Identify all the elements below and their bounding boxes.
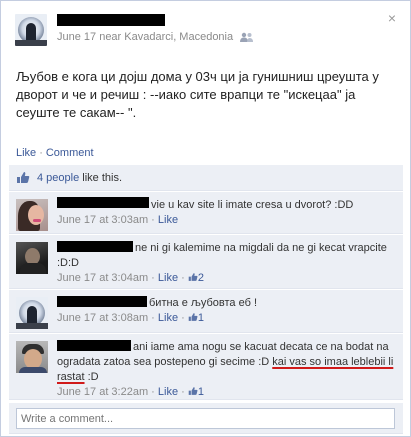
comment-time[interactable]: June 17 at 3:04am (57, 272, 148, 284)
status-text: Љубов е кога ци дојш дома у 03ч ци ја гу… (16, 69, 379, 120)
likes-text: 4 people like this. (37, 172, 122, 184)
comment-text: ne ni gi kalemime na migdali da ne gi ke… (57, 242, 387, 269)
thumbs-up-icon (188, 386, 198, 401)
comment-composer (9, 403, 403, 434)
comment-body: vie u kav site li imate cresa u dvorot? … (57, 198, 397, 228)
comment-item: битна е љубовта еб ! June 17 at 3:08am ·… (9, 290, 403, 333)
comment-likes-count[interactable]: 1 (198, 386, 204, 398)
facebook-post-card: × June 17 near Kavadarci, Macedonia Љубо… (0, 0, 411, 437)
comment-like-link[interactable]: Like (158, 312, 178, 324)
close-icon[interactable]: × (388, 11, 396, 25)
comment-text: ani iame ama nogu se kacuat decata ce na… (57, 340, 397, 385)
comment-meta: June 17 at 3:22am · Like · 1 (57, 385, 397, 401)
comment-body: битна е љубовта еб ! June 17 at 3:08am ·… (57, 296, 397, 327)
comment-time[interactable]: June 17 at 3:03am (57, 214, 148, 226)
comment-like-link[interactable]: Like (158, 386, 178, 398)
comment-item: ani iame ama nogu se kacuat decata ce na… (9, 334, 403, 400)
post-actions: Like · Comment (16, 147, 94, 159)
likes-suffix: like this. (79, 172, 123, 184)
thumbs-up-icon (188, 312, 198, 327)
redacted-author-name (57, 14, 165, 26)
comment-like-link[interactable]: Like (158, 272, 178, 284)
comment-meta: June 17 at 3:04am · Like · 2 (57, 271, 397, 287)
author-avatar[interactable] (15, 14, 47, 46)
post-meta: June 17 near Kavadarci, Macedonia (57, 31, 254, 45)
comment-meta: June 17 at 3:08am · Like · 1 (57, 311, 397, 327)
comment-item: ne ni gi kalemime na migdali da ne gi ke… (9, 235, 403, 289)
people-icon (240, 32, 254, 45)
comment-meta: June 17 at 3:03am · Like (57, 214, 179, 226)
thumbs-up-icon (16, 171, 30, 187)
like-link[interactable]: Like (16, 147, 36, 159)
commenter-avatar[interactable] (16, 297, 48, 329)
comment-text: битна е љубовта еб ! (149, 297, 258, 309)
likes-count-link[interactable]: 4 people (37, 172, 79, 184)
likes-summary: 4 people like this. (9, 165, 403, 191)
commenter-avatar[interactable] (16, 242, 48, 274)
comment-body: ne ni gi kalemime na migdali da ne gi ke… (57, 241, 397, 287)
comment-time[interactable]: June 17 at 3:22am (57, 386, 148, 398)
post-timestamp-location[interactable]: June 17 near Kavadarci, Macedonia (57, 31, 233, 43)
write-comment-input[interactable] (16, 408, 395, 429)
comment-time[interactable]: June 17 at 3:08am (57, 312, 148, 324)
commenter-avatar[interactable] (16, 341, 48, 373)
comment-item: vie u kav site li imate cresa u dvorot? … (9, 192, 403, 234)
separator: · (39, 147, 43, 159)
comment-text-part: :D (84, 371, 99, 383)
comment-body: ani iame ama nogu se kacuat decata ce na… (57, 340, 397, 401)
comment-likes-count[interactable]: 2 (198, 272, 204, 284)
comment-likes-count[interactable]: 1 (198, 312, 204, 324)
thumbs-up-icon (188, 272, 198, 287)
comment-like-link[interactable]: Like (158, 214, 178, 226)
commenter-avatar[interactable] (16, 199, 48, 231)
comment-text: vie u kav site li imate cresa u dvorot? … (151, 199, 354, 211)
comment-link[interactable]: Comment (46, 147, 94, 159)
